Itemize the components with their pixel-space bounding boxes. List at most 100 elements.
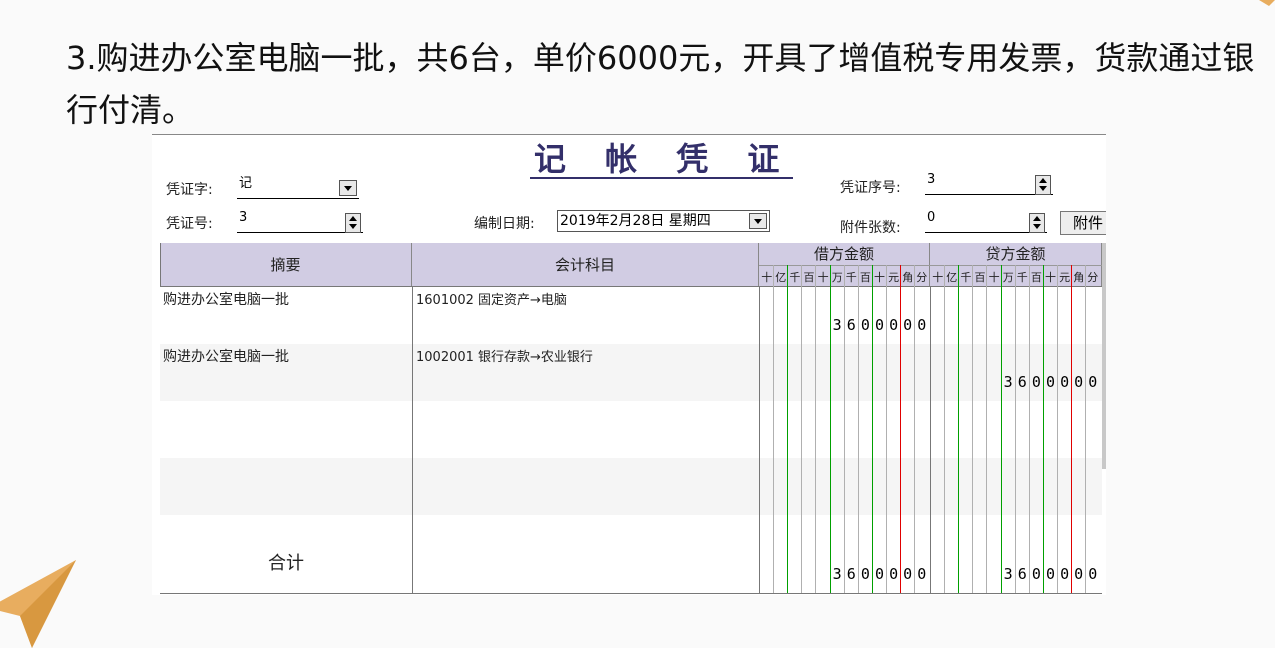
debit-amount-digit: 0	[903, 316, 913, 334]
debit-digit-divider	[829, 265, 831, 593]
credit-digit-divider	[1014, 265, 1016, 593]
voucher-window: 记 帐 凭 证 凭证字: 记 凭证号: 3 编制日期: 2019年2月28日 星…	[152, 134, 1106, 595]
credit-amount-digit: 3	[1003, 373, 1013, 391]
debit-digit-divider	[871, 265, 873, 593]
voucher-no-label: 凭证号:	[166, 216, 213, 232]
total-credit-digit: 0	[1045, 565, 1055, 583]
chevron-down-icon[interactable]	[339, 180, 357, 196]
debit-digit-divider	[857, 265, 859, 593]
column-divider	[759, 287, 760, 593]
credit-digit-label: 十	[1044, 271, 1056, 284]
total-debit-digit: 3	[832, 565, 842, 583]
debit-digit-label: 十	[817, 271, 829, 284]
header-account: 会计科目	[412, 243, 759, 287]
debit-amount-digit: 3	[832, 316, 842, 334]
debit-digit-label: 万	[831, 271, 843, 284]
table-row	[160, 401, 1102, 458]
slide-title: 3.购进办公室电脑一批，共6台，单价6000元，开具了增值税专用发票，货款通过银…	[66, 39, 1255, 129]
debit-digit-divider	[801, 265, 803, 593]
total-debit-digit: 6	[846, 565, 856, 583]
debit-digit-divider	[815, 265, 817, 593]
credit-amount-digit: 0	[1045, 373, 1055, 391]
date-select[interactable]: 2019年2月28日 星期四	[557, 210, 770, 232]
total-credit-digit: 3	[1003, 565, 1013, 583]
debit-digit-label: 千	[845, 271, 857, 284]
debit-digit-divider	[914, 265, 916, 593]
total-credit-digit: 0	[1088, 565, 1098, 583]
credit-amount-digit: 0	[1074, 373, 1084, 391]
row-account[interactable]: 1601002 固定资产→电脑	[416, 289, 756, 308]
credit-digit-label: 元	[1059, 271, 1071, 284]
debit-amount-digit: 0	[874, 316, 884, 334]
column-divider	[412, 287, 413, 593]
seq-label: 凭证序号:	[840, 180, 901, 196]
total-credit-digit: 0	[1074, 565, 1084, 583]
debit-digit-label: 亿	[775, 271, 787, 284]
row-account[interactable]: 1002001 银行存款→农业银行	[416, 346, 756, 365]
voucher-no-stepper[interactable]: 3	[237, 210, 363, 233]
corner-decoration-icon	[1259, 0, 1275, 6]
debit-digit-label: 分	[916, 271, 928, 284]
total-debit-digit: 0	[874, 565, 884, 583]
credit-digit-divider	[972, 265, 974, 593]
voucher-word-label: 凭证字:	[166, 182, 213, 198]
voucher-title: 记 帐 凭 证	[530, 141, 794, 179]
debit-digit-divider	[900, 265, 901, 593]
voucher-table: 摘要 会计科目 借方金额 贷方金额 十亿千百十万千百十元角分十亿千百十万千百十元…	[160, 243, 1106, 595]
row-summary[interactable]: 购进办公室电脑一批	[163, 289, 409, 309]
credit-digit-label: 分	[1087, 271, 1099, 284]
spin-arrows-icon[interactable]	[1035, 175, 1051, 195]
credit-digit-divider	[1000, 265, 1002, 593]
credit-amount-digit: 0	[1031, 373, 1041, 391]
total-credit-digit: 0	[1060, 565, 1070, 583]
debit-amount-digit: 0	[860, 316, 870, 334]
debit-digit-label: 十	[873, 271, 885, 284]
credit-digit-label: 千	[960, 271, 972, 284]
attach-count-stepper[interactable]: 0	[925, 210, 1047, 233]
spin-arrows-icon[interactable]	[1029, 213, 1045, 233]
debit-digit-divider	[843, 265, 845, 593]
credit-digit-divider	[944, 265, 946, 593]
credit-digit-divider	[1085, 265, 1087, 593]
attach-button[interactable]: 附件	[1060, 211, 1106, 235]
header-credit-label: 贷方金额	[985, 245, 1046, 263]
credit-amount-digit: 0	[1060, 373, 1070, 391]
debit-digit-divider	[885, 265, 887, 593]
debit-digit-label: 十	[761, 271, 773, 284]
attach-count-label: 附件张数:	[840, 220, 901, 236]
debit-digit-divider	[787, 265, 789, 593]
table-row	[160, 515, 1102, 537]
credit-digit-label: 十	[988, 271, 1000, 284]
date-label: 编制日期:	[474, 216, 535, 232]
total-debit-digit: 0	[917, 565, 927, 583]
credit-digit-divider	[1071, 265, 1072, 593]
credit-digit-divider	[1042, 265, 1044, 593]
debit-digit-label: 角	[902, 271, 914, 284]
total-debit-digit: 0	[860, 565, 870, 583]
spin-arrows-icon[interactable]	[345, 213, 361, 233]
column-divider	[930, 287, 931, 593]
credit-digit-label: 角	[1073, 271, 1085, 284]
seq-stepper[interactable]: 3	[925, 172, 1053, 195]
chevron-down-icon[interactable]	[749, 213, 767, 229]
table-row	[160, 458, 1102, 515]
total-credit-digit: 6	[1017, 565, 1027, 583]
credit-digit-label: 百	[1030, 271, 1042, 284]
credit-digit-label: 十	[932, 271, 944, 284]
credit-amount-digit: 6	[1017, 373, 1027, 391]
credit-amount-digit: 0	[1088, 373, 1098, 391]
debit-amount-digit: 0	[917, 316, 927, 334]
debit-digit-label: 千	[789, 271, 801, 284]
debit-amount-digit: 0	[889, 316, 899, 334]
vertical-scrollbar[interactable]	[1102, 243, 1106, 469]
debit-digit-label: 百	[803, 271, 815, 284]
total-credit-digit: 0	[1031, 565, 1041, 583]
credit-digit-divider	[1028, 265, 1030, 593]
credit-digit-divider	[986, 265, 988, 593]
credit-digit-divider	[1056, 265, 1058, 593]
total-label: 合计	[268, 553, 304, 574]
credit-digit-label: 百	[974, 271, 986, 284]
header-summary: 摘要	[160, 243, 412, 287]
voucher-word-select[interactable]: 记	[237, 176, 359, 199]
row-summary[interactable]: 购进办公室电脑一批	[163, 346, 409, 366]
